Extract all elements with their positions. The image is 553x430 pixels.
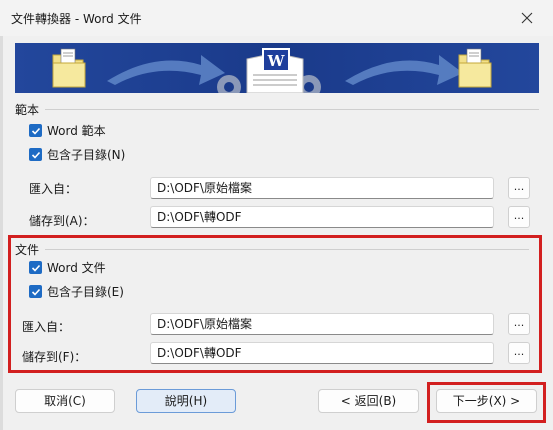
next-button[interactable]: 下一步(X) > bbox=[436, 389, 537, 413]
template-group-title: 範本 bbox=[15, 103, 40, 117]
window-title: 文件轉換器 - Word 文件 bbox=[11, 12, 142, 26]
template-save-browse-button[interactable]: ... bbox=[508, 206, 530, 228]
close-button[interactable] bbox=[507, 3, 547, 33]
close-icon bbox=[521, 12, 533, 24]
template-import-browse-button[interactable]: ... bbox=[508, 177, 530, 199]
document-save-browse-button[interactable]: ... bbox=[508, 342, 530, 364]
template-save-label: 儲存到(A)： bbox=[29, 214, 95, 228]
document-import-field[interactable]: D:\ODF\原始檔案 bbox=[150, 313, 494, 335]
checkmark-icon bbox=[29, 124, 42, 137]
document-group-title: 文件 bbox=[15, 243, 40, 257]
checkmark-icon bbox=[29, 261, 42, 274]
checkmark-icon bbox=[29, 148, 42, 161]
wizard-banner: W bbox=[15, 43, 539, 93]
template-save-field[interactable]: D:\ODF\轉ODF bbox=[150, 206, 494, 228]
template-word-label: Word 範本 bbox=[47, 124, 106, 138]
template-subdirs-checkbox[interactable]: 包含子目錄(N) bbox=[29, 146, 125, 163]
document-save-label: 儲存到(F)： bbox=[22, 350, 87, 364]
document-save-field[interactable]: D:\ODF\轉ODF bbox=[150, 342, 494, 364]
back-button[interactable]: < 返回(B) bbox=[318, 389, 419, 413]
document-subdirs-checkbox[interactable]: 包含子目錄(E) bbox=[29, 283, 124, 300]
document-word-checkbox[interactable]: Word 文件 bbox=[29, 259, 106, 276]
document-subdirs-label: 包含子目錄(E) bbox=[47, 285, 124, 299]
cancel-button[interactable]: 取消(C) bbox=[15, 389, 115, 413]
template-word-checkbox[interactable]: Word 範本 bbox=[29, 122, 106, 139]
document-word-label: Word 文件 bbox=[47, 261, 106, 275]
window-edge bbox=[0, 36, 3, 430]
template-import-field[interactable]: D:\ODF\原始檔案 bbox=[150, 177, 494, 199]
template-import-label: 匯入自： bbox=[29, 182, 78, 196]
title-bar: 文件轉換器 - Word 文件 bbox=[0, 0, 553, 36]
help-button[interactable]: 說明(H) bbox=[136, 389, 236, 413]
document-import-browse-button[interactable]: ... bbox=[508, 313, 530, 335]
checkmark-icon bbox=[29, 285, 42, 298]
template-subdirs-label: 包含子目錄(N) bbox=[47, 148, 126, 162]
group-divider bbox=[45, 249, 529, 250]
svg-text:W: W bbox=[267, 52, 286, 70]
group-divider bbox=[45, 109, 539, 110]
document-import-label: 匯入自： bbox=[22, 320, 71, 334]
